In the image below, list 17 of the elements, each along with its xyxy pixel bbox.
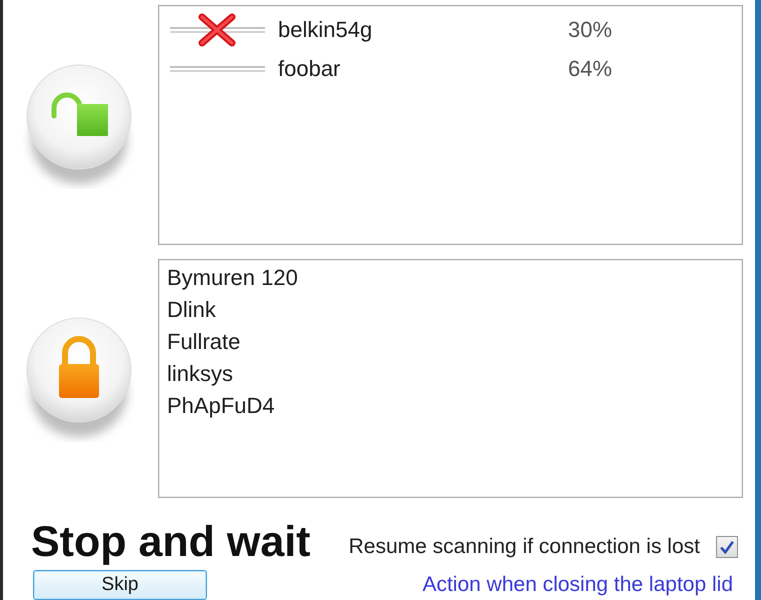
network-name[interactable]: Bymuren 120 (167, 262, 298, 294)
network-name[interactable]: Fullrate (167, 326, 240, 358)
network-name[interactable]: PhApFuD4 (167, 390, 275, 422)
network-name[interactable]: linksys (167, 358, 234, 390)
signal-percent: 64% (568, 56, 612, 82)
skip-button[interactable]: Skip (33, 570, 207, 600)
resume-option-label: Resume scanning if connection is lost (348, 535, 700, 560)
resume-checkbox[interactable] (716, 536, 738, 558)
status-heading: Stop and wait (31, 518, 310, 567)
checkmark-icon (720, 540, 734, 554)
lid-action-link[interactable]: Action when closing the laptop lid (422, 573, 733, 597)
network-name[interactable]: Dlink (167, 294, 216, 326)
network-list[interactable]: Bymuren 120 Dlink Fullrate linksys PhApFuD4 (158, 258, 743, 498)
signal-percent: 30% (568, 16, 612, 42)
network-list[interactable]: belkin54g 30% foobar 64% (158, 5, 743, 245)
network-name[interactable]: belkin54g (278, 16, 372, 42)
network-name[interactable]: foobar (278, 56, 340, 82)
